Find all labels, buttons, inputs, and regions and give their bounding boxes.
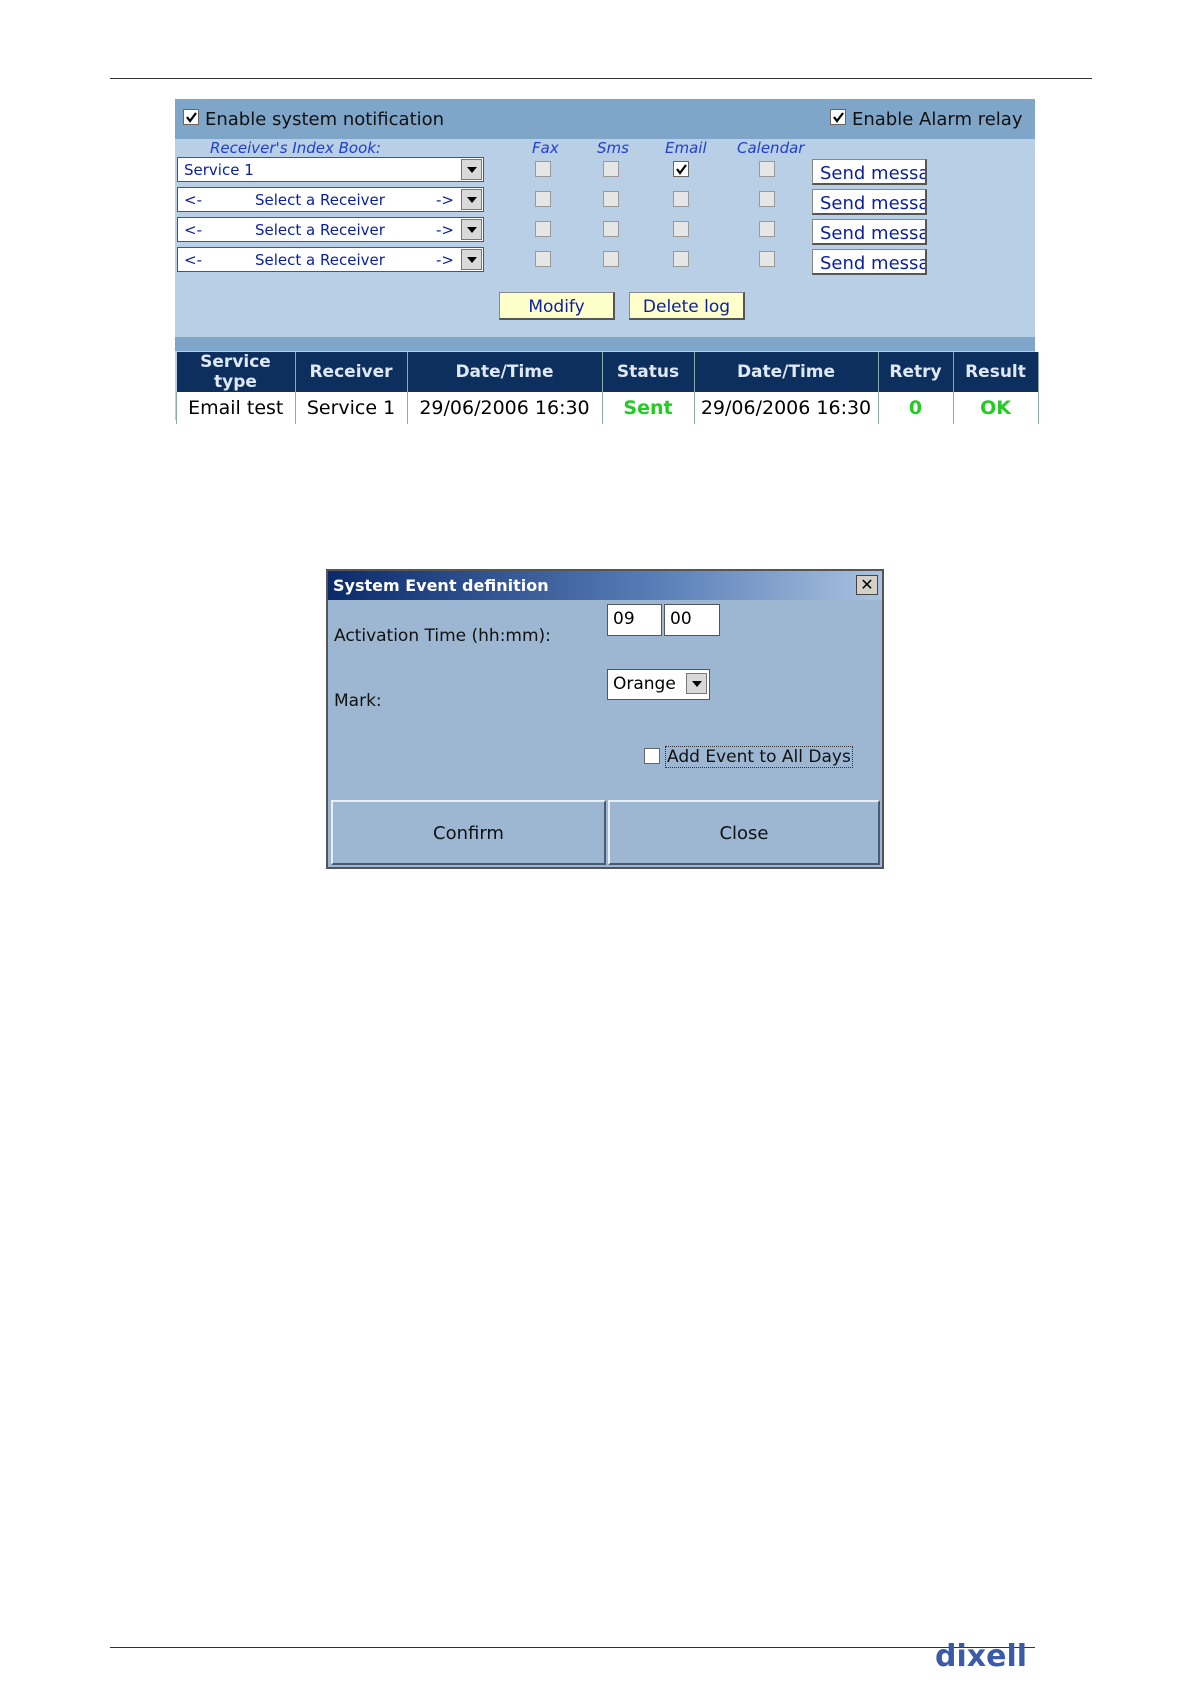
- dialog-title: System Event definition: [333, 576, 549, 595]
- receiver-select-prev: <-: [184, 251, 202, 269]
- col-service-type: Service type: [176, 352, 296, 392]
- col-receiver: Receiver: [295, 352, 408, 392]
- add-all-days-label[interactable]: Add Event to All Days: [665, 746, 853, 768]
- top-rule: [110, 78, 1092, 79]
- notification-log-table: Service type Receiver Date/Time Status D…: [176, 352, 1039, 424]
- add-all-days-checkbox[interactable]: [644, 748, 660, 764]
- chevron-down-icon[interactable]: [461, 159, 482, 180]
- system-event-dialog: System Event definition ✕ Activation Tim…: [326, 569, 884, 869]
- cell-status: Sent: [601, 392, 695, 424]
- send-message-button[interactable]: Send message: [812, 159, 927, 185]
- fax-checkbox[interactable]: [535, 251, 551, 267]
- col-calendar-label: Calendar: [737, 139, 805, 157]
- table-row: Email test Service 1 29/06/2006 16:30 Se…: [176, 392, 1039, 424]
- email-checkbox[interactable]: [673, 161, 689, 177]
- bottom-rule: [110, 1647, 1035, 1648]
- notification-header: Enable system notification Enable Alarm …: [175, 99, 1035, 139]
- table-header-row: Service type Receiver Date/Time Status D…: [176, 352, 1039, 392]
- enable-system-checkbox[interactable]: [183, 109, 199, 125]
- col-email-label: Email: [665, 139, 707, 157]
- logo-text: dixell: [935, 1640, 1027, 1670]
- chevron-down-icon[interactable]: [686, 673, 707, 694]
- send-message-button[interactable]: Send message: [812, 249, 927, 275]
- receiver-select[interactable]: <- Select a Receiver ->: [177, 187, 484, 212]
- receiver-select[interactable]: <- Select a Receiver ->: [177, 247, 484, 272]
- dialog-title-bar: System Event definition ✕: [328, 571, 882, 600]
- index-book-label: Receiver's Index Book:: [210, 139, 381, 157]
- calendar-checkbox[interactable]: [759, 191, 775, 207]
- send-message-button[interactable]: Send message: [812, 189, 927, 215]
- email-checkbox[interactable]: [673, 251, 689, 267]
- panel-divider: [175, 337, 1035, 351]
- mark-select-value: Orange: [613, 674, 676, 694]
- email-checkbox[interactable]: [673, 221, 689, 237]
- receiver-select-next: ->: [436, 221, 454, 239]
- activation-time-label: Activation Time (hh:mm):: [334, 626, 551, 646]
- minute-input[interactable]: 00: [664, 604, 720, 636]
- col-sms-label: Sms: [597, 139, 629, 157]
- col-datetime: Date/Time: [407, 352, 603, 392]
- cell-datetime: 29/06/2006 16:30: [406, 392, 603, 424]
- chevron-down-icon[interactable]: [461, 219, 482, 240]
- enable-alarm-label: Enable Alarm relay: [852, 109, 1023, 130]
- enable-system-label: Enable system notification: [205, 109, 445, 130]
- receiver-select[interactable]: <- Select a Receiver ->: [177, 217, 484, 242]
- receiver-select-prev: <-: [184, 191, 202, 209]
- dixell-logo: dixell: [935, 1640, 1027, 1670]
- modify-button[interactable]: Modify: [499, 292, 615, 320]
- col-datetime-2: Date/Time: [694, 352, 879, 392]
- mark-select[interactable]: Orange: [607, 669, 710, 700]
- cell-datetime-2: 29/06/2006 16:30: [693, 392, 879, 424]
- sms-checkbox[interactable]: [603, 221, 619, 237]
- sms-checkbox[interactable]: [603, 251, 619, 267]
- col-status: Status: [602, 352, 695, 392]
- cell-result: OK: [952, 392, 1039, 424]
- cell-receiver: Service 1: [294, 392, 408, 424]
- cell-retry: 0: [877, 392, 954, 424]
- check-icon: [186, 112, 197, 123]
- check-icon: [833, 112, 844, 123]
- mark-label: Mark:: [334, 691, 382, 711]
- calendar-checkbox[interactable]: [759, 161, 775, 177]
- cell-service-type: Email test: [176, 392, 296, 424]
- sms-checkbox[interactable]: [603, 161, 619, 177]
- receiver-select[interactable]: Service 1: [177, 157, 484, 182]
- calendar-checkbox[interactable]: [759, 251, 775, 267]
- check-icon: [676, 164, 687, 175]
- col-retry: Retry: [878, 352, 954, 392]
- receiver-select-value: Select a Receiver: [255, 191, 385, 209]
- receiver-select-prev: <-: [184, 221, 202, 239]
- hour-input[interactable]: 09: [607, 604, 662, 636]
- close-icon[interactable]: ✕: [856, 575, 878, 595]
- delete-log-button[interactable]: Delete log: [629, 292, 745, 320]
- confirm-button[interactable]: Confirm: [331, 800, 606, 865]
- col-fax-label: Fax: [532, 139, 559, 157]
- receiver-select-value: Select a Receiver: [255, 251, 385, 269]
- col-result: Result: [953, 352, 1039, 392]
- chevron-down-icon[interactable]: [461, 249, 482, 270]
- email-checkbox[interactable]: [673, 191, 689, 207]
- fax-checkbox[interactable]: [535, 161, 551, 177]
- enable-alarm-checkbox[interactable]: [830, 109, 846, 125]
- chevron-down-icon[interactable]: [461, 189, 482, 210]
- receiver-select-next: ->: [436, 191, 454, 209]
- receiver-select-next: ->: [436, 251, 454, 269]
- sms-checkbox[interactable]: [603, 191, 619, 207]
- receiver-select-value: Service 1: [184, 161, 254, 179]
- fax-checkbox[interactable]: [535, 221, 551, 237]
- close-button[interactable]: Close: [608, 800, 880, 865]
- receiver-select-value: Select a Receiver: [255, 221, 385, 239]
- send-message-button[interactable]: Send message: [812, 219, 927, 245]
- calendar-checkbox[interactable]: [759, 221, 775, 237]
- fax-checkbox[interactable]: [535, 191, 551, 207]
